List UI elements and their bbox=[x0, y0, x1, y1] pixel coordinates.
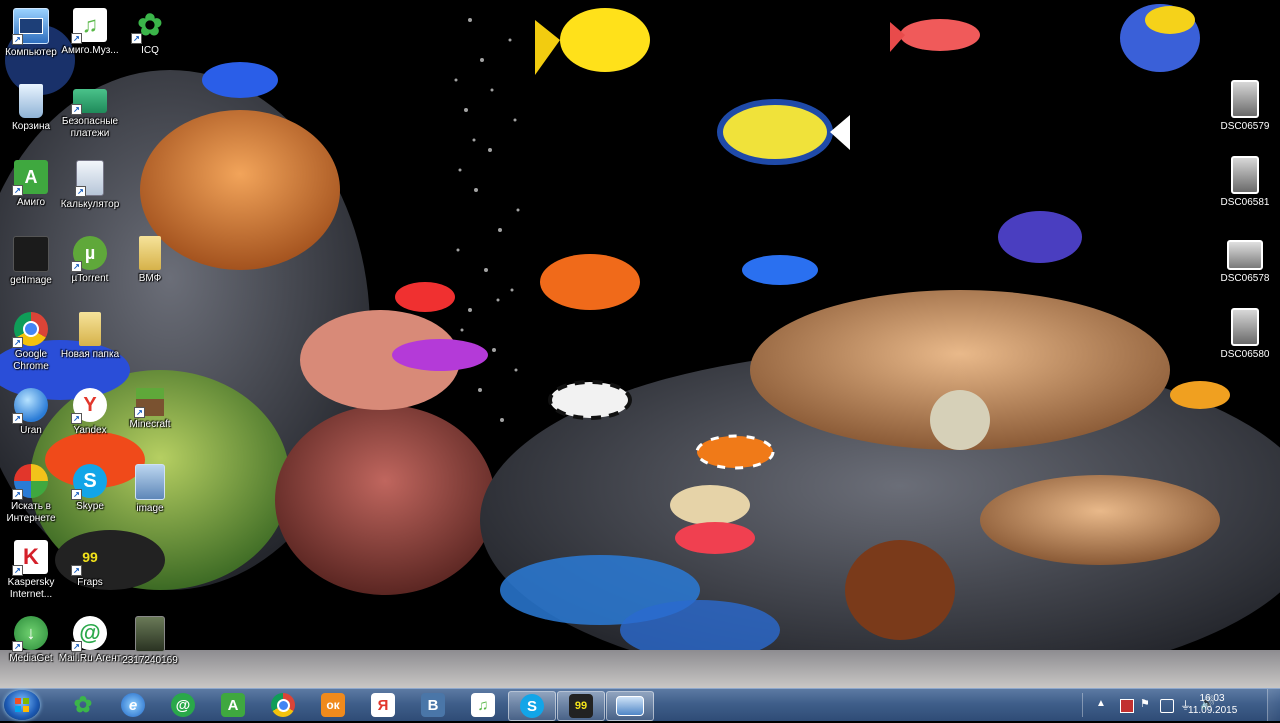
power-icon[interactable] bbox=[1160, 699, 1174, 713]
desktop-icon-label: Новая папка bbox=[60, 349, 120, 360]
chrome-icon bbox=[271, 693, 295, 717]
desktop-icon-label: ICQ bbox=[141, 45, 159, 56]
desktop-icon-label: DSC06579 bbox=[1220, 121, 1270, 132]
desktop-icon-vmf[interactable]: ВМФ bbox=[113, 232, 187, 306]
icq-flower-icon: ✿ bbox=[73, 692, 93, 717]
taskbar-button-vkontakte[interactable]: В bbox=[410, 691, 456, 719]
clock-date: 11.09.2015 bbox=[1188, 705, 1238, 716]
folder-icon bbox=[139, 236, 161, 270]
taskbar-button-image-viewer[interactable] bbox=[606, 691, 654, 721]
kaspersky-icon: K ↗ bbox=[12, 540, 48, 576]
taskbar-button-amigo[interactable]: A bbox=[210, 691, 256, 719]
desktop-icon-label: Minecraft bbox=[129, 419, 171, 430]
amigo-icon: A bbox=[221, 693, 245, 717]
start-button[interactable] bbox=[4, 690, 40, 720]
desktop-icon-calculator[interactable]: ↗ Калькулятор bbox=[53, 156, 127, 230]
desktop-icon-dsc06578[interactable]: DSC06578 bbox=[1208, 232, 1280, 306]
taskbar-button-mail-ru-agent[interactable]: @ bbox=[160, 691, 206, 719]
fraps-icon: 99 ↗ bbox=[71, 540, 107, 576]
windows-start-icon bbox=[15, 698, 29, 712]
utorrent-icon: µ ↗ bbox=[71, 236, 107, 272]
yandex-browser-icon: Я bbox=[371, 693, 395, 717]
odnoklassniki-icon: ок bbox=[321, 693, 345, 717]
action-center-flag-icon[interactable]: ⚑ bbox=[1140, 697, 1152, 710]
chrome-icon: ↗ bbox=[12, 312, 48, 348]
icq-flower-icon: ✿ ↗ bbox=[131, 8, 167, 44]
desktop-icon-dsc06579[interactable]: DSC06579 bbox=[1208, 76, 1280, 150]
skype-icon: S ↗ bbox=[71, 464, 107, 500]
fraps-icon: 99 bbox=[569, 694, 593, 718]
taskbar-button-internet-explorer[interactable]: e bbox=[110, 691, 156, 719]
desktop-icon-minecraft[interactable]: ↗ Minecraft bbox=[113, 384, 187, 458]
internet-explorer-icon: e bbox=[121, 693, 145, 717]
show-desktop-button[interactable] bbox=[1267, 689, 1280, 721]
network-icon[interactable] bbox=[1120, 699, 1134, 713]
taskbar-button-yandex-browser[interactable]: Я bbox=[360, 691, 406, 719]
photo-icon bbox=[13, 236, 49, 272]
music-icon: ♫ ↗ bbox=[71, 8, 107, 44]
desktop-icon-label: DSC06581 bbox=[1220, 197, 1270, 208]
photo-icon bbox=[1227, 240, 1263, 270]
music-icon: ♫ bbox=[471, 693, 495, 717]
photo-icon bbox=[1231, 156, 1259, 194]
desktop-icon-label: Безопасные платежи bbox=[61, 116, 119, 139]
desktop-icon-dsc06581[interactable]: DSC06581 bbox=[1208, 152, 1280, 226]
uran-icon: ↗ bbox=[12, 388, 48, 424]
taskbar-button-amigo-music[interactable]: ♫ bbox=[460, 691, 506, 719]
desktop-icon-label: ВМФ bbox=[138, 273, 162, 284]
image-viewer-icon bbox=[616, 696, 644, 716]
mailru-agent-icon: @ ↗ bbox=[71, 616, 107, 652]
desktop-icon-2317240169[interactable]: 2317240169 bbox=[113, 612, 187, 686]
search-web-icon: ↗ bbox=[12, 464, 48, 500]
desktop-icon-dsc06580[interactable]: DSC06580 bbox=[1208, 304, 1280, 378]
calculator-icon: ↗ bbox=[75, 160, 104, 197]
amigo-icon: A ↗ bbox=[12, 160, 48, 196]
aquarium-wallpaper bbox=[0, 0, 1280, 688]
photo-icon bbox=[1231, 308, 1259, 346]
desktop-icon-icq[interactable]: ✿ ↗ ICQ bbox=[113, 4, 187, 78]
clock-time: 16:03 bbox=[1199, 693, 1225, 704]
taskbar-button-skype[interactable]: S bbox=[508, 691, 556, 721]
card-icon: ↗ bbox=[71, 89, 107, 115]
mediaget-icon: ↓ ↗ bbox=[12, 616, 48, 652]
image-icon bbox=[135, 616, 165, 652]
show-hidden-icons-icon[interactable]: ▲ bbox=[1096, 698, 1108, 710]
minecraft-icon: ↗ bbox=[134, 388, 164, 418]
desktop-icon-fraps[interactable]: 99 ↗ Fraps bbox=[53, 536, 127, 610]
desktop-icon-label: 2317240169 bbox=[122, 655, 178, 666]
image-icon bbox=[135, 464, 165, 500]
mailru-agent-icon: @ bbox=[171, 693, 195, 717]
skype-icon: S bbox=[520, 694, 544, 718]
photo-icon bbox=[1231, 80, 1259, 118]
yandex-icon: Y ↗ bbox=[71, 388, 107, 424]
taskbar-button-icq[interactable]: ✿ bbox=[60, 691, 106, 719]
taskbar-button-fraps[interactable]: 99 bbox=[557, 691, 605, 721]
desktop-icon-image[interactable]: image bbox=[113, 460, 187, 534]
recycle-bin-icon bbox=[19, 84, 43, 118]
vkontakte-icon: В bbox=[421, 693, 445, 717]
desktop-icon-label: DSC06578 bbox=[1220, 273, 1270, 284]
desktop-icon-label: image bbox=[136, 503, 164, 514]
desktop-icon-new-folder[interactable]: Новая папка bbox=[53, 308, 127, 382]
desktop-icon-label: Fraps bbox=[77, 577, 103, 588]
taskbar-button-odnoklassniki[interactable]: ок bbox=[310, 691, 356, 719]
taskbar: ✿ e @ A ок Я В ♫ S 99 ▲ ⚑ ⏚ 🔊 16:03 11.0… bbox=[0, 688, 1280, 721]
clock[interactable]: 16:03 11.09.2015 bbox=[1188, 693, 1238, 717]
desktop-icon-label: DSC06580 bbox=[1220, 349, 1270, 360]
taskbar-button-chrome[interactable] bbox=[260, 691, 306, 719]
desktop-icon-safe-payments[interactable]: ↗ Безопасные платежи bbox=[53, 80, 127, 154]
folder-icon bbox=[79, 312, 101, 346]
computer-icon: ↗ bbox=[12, 8, 49, 45]
desktop-icon-label: Калькулятор bbox=[60, 199, 120, 210]
